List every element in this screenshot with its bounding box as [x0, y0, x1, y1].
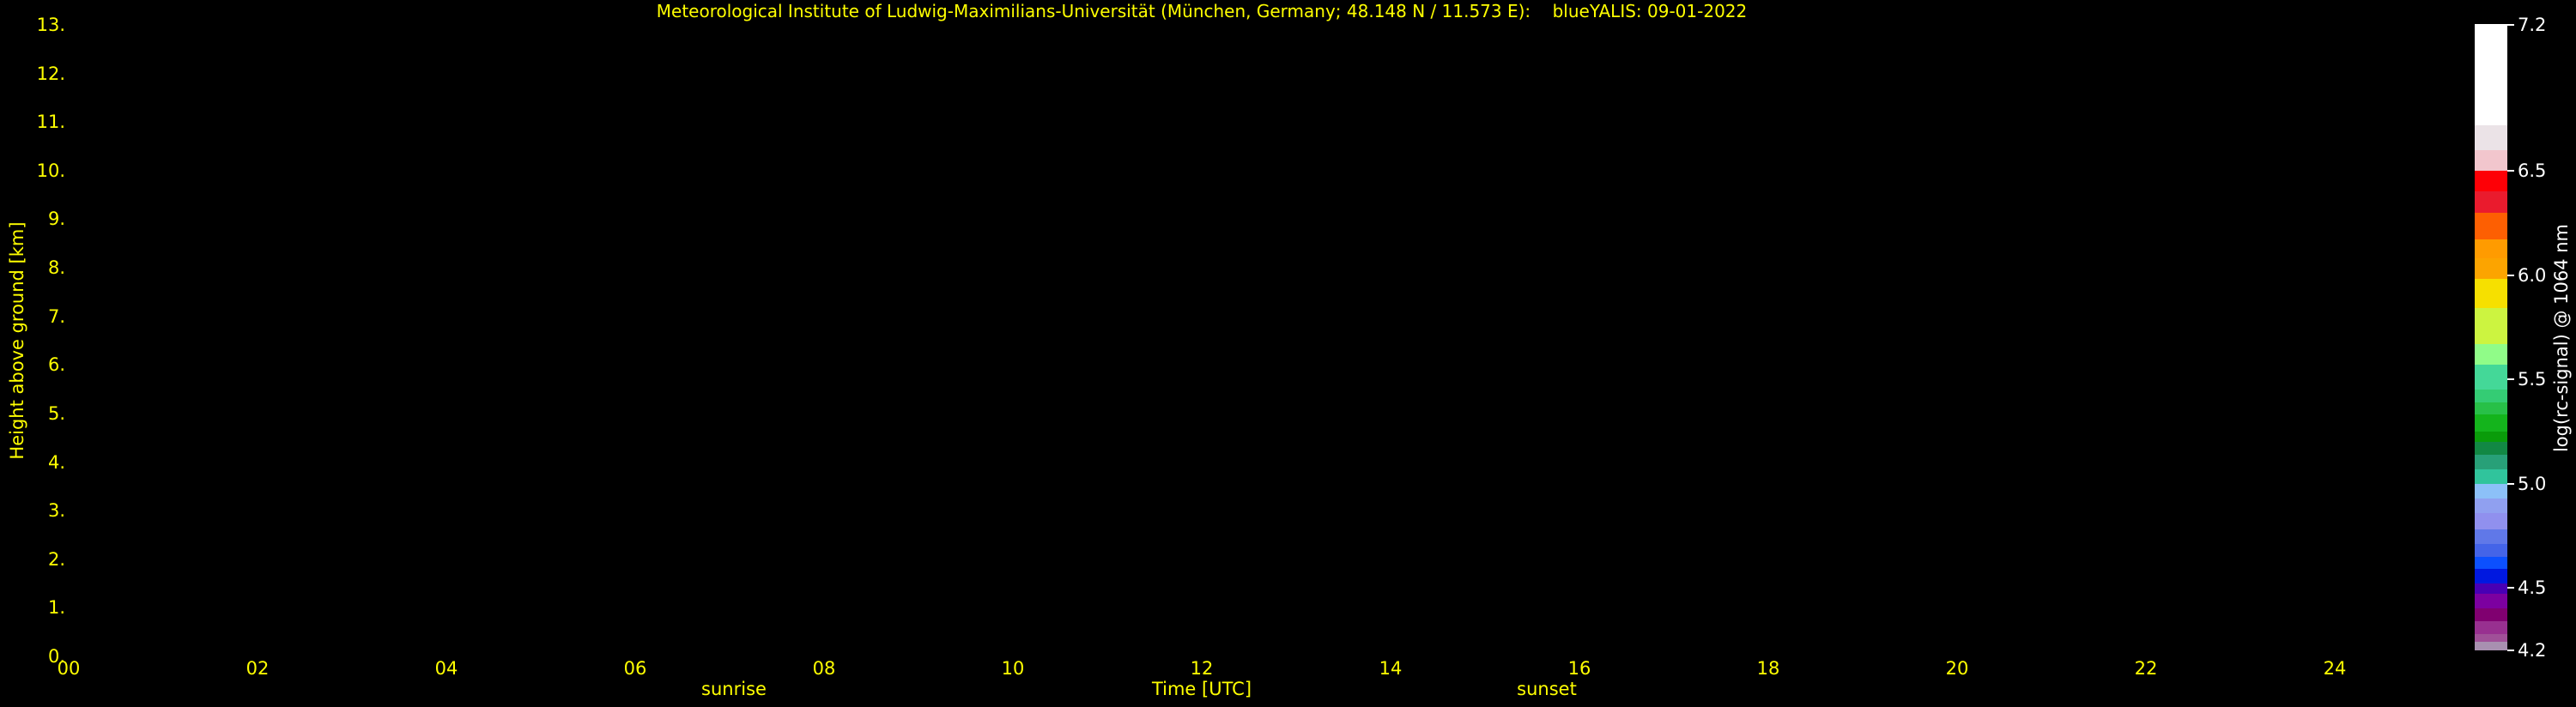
- colorbar-segment: [2475, 414, 2507, 432]
- colorbar-segment: [2475, 620, 2507, 633]
- y-tick-label: 3.: [48, 500, 65, 521]
- colorbar-segment: [2475, 171, 2507, 192]
- colorbar-segment: [2475, 191, 2507, 213]
- x-tick-label: 24: [2324, 658, 2347, 679]
- colorbar-segment: [2475, 431, 2507, 442]
- sunrise-label: sunrise: [701, 680, 767, 698]
- colorbar-tick-label: 5.5: [2518, 369, 2546, 390]
- y-tick-label: 2.: [48, 549, 65, 570]
- y-tick-label: 8.: [48, 257, 65, 278]
- lidar-quicklook-window: Meteorological Institute of Ludwig-Maxim…: [0, 0, 2576, 707]
- colorbar-tick-label: 6.5: [2518, 160, 2546, 181]
- x-tick-label: 06: [624, 658, 647, 679]
- colorbar-segment: [2475, 483, 2507, 499]
- colorbar-tick-label: 4.2: [2518, 640, 2546, 661]
- x-tick-label: 10: [1002, 658, 1025, 679]
- colorbar-segment: [2475, 402, 2507, 414]
- colorbar-segment: [2475, 454, 2507, 469]
- lidar-heatmap-canvas: [69, 25, 2335, 656]
- x-tick-label: 18: [1757, 658, 1780, 679]
- colorbar-segment: [2475, 569, 2507, 584]
- colorbar-segment: [2475, 642, 2507, 650]
- y-tick-label: 11.: [37, 112, 65, 132]
- x-tick-label: 04: [435, 658, 458, 679]
- colorbar-segment: [2475, 594, 2507, 609]
- colorbar-segment: [2475, 212, 2507, 239]
- colorbar-segment: [2475, 24, 2507, 124]
- x-axis-label: Time [UTC]: [1152, 680, 1252, 698]
- colorbar-segment: [2475, 468, 2507, 484]
- y-tick-label: 12.: [37, 63, 65, 84]
- y-tick-label: 1.: [48, 597, 65, 618]
- colorbar-tick-label: 4.5: [2518, 577, 2546, 598]
- colorbar-segment: [2475, 498, 2507, 513]
- y-axis-label: Height above ground [km]: [8, 221, 27, 459]
- colorbar-segment: [2475, 583, 2507, 595]
- page-title: Meteorological Institute of Ludwig-Maxim…: [657, 3, 1747, 21]
- colorbar-segment: [2475, 308, 2507, 344]
- colorbar-segment: [2475, 543, 2507, 556]
- y-tick-label: 10.: [37, 160, 65, 181]
- colorbar-tick-mark: [2507, 483, 2514, 485]
- colorbar-tick-mark: [2507, 170, 2514, 172]
- x-tick-label: 22: [2135, 658, 2158, 679]
- y-tick-label: 7.: [48, 306, 65, 327]
- colorbar-tick-mark: [2507, 378, 2514, 380]
- x-tick-label: 14: [1379, 658, 1403, 679]
- colorbar-segment: [2475, 258, 2507, 280]
- colorbar-tick-label: 5.0: [2518, 474, 2546, 494]
- colorbar-segment: [2475, 529, 2507, 544]
- colorbar-tick-mark: [2507, 650, 2514, 651]
- x-tick-label: 12: [1191, 658, 1214, 679]
- y-tick-label: 4.: [48, 452, 65, 473]
- colorbar-tick-mark: [2507, 587, 2514, 589]
- colorbar-segment: [2475, 633, 2507, 642]
- colorbar-segment: [2475, 365, 2507, 390]
- x-tick-label: 16: [1568, 658, 1591, 679]
- y-tick-label: 9.: [48, 208, 65, 229]
- colorbar-segment: [2475, 343, 2507, 365]
- colorbar-segment: [2475, 556, 2507, 569]
- sunset-label: sunset: [1517, 680, 1577, 698]
- colorbar-tick-mark: [2507, 24, 2514, 26]
- colorbar-segment: [2475, 279, 2507, 309]
- x-tick-label: 20: [1946, 658, 1969, 679]
- y-tick-label: 0.: [48, 646, 65, 667]
- colorbar-segment: [2475, 149, 2507, 171]
- y-tick-label: 5.: [48, 403, 65, 424]
- colorbar-tick-label: 7.2: [2518, 15, 2546, 35]
- colorbar-segment: [2475, 512, 2507, 529]
- colorbar-tick-mark: [2507, 275, 2514, 276]
- x-tick-label: 08: [813, 658, 836, 679]
- colorbar: [2475, 25, 2507, 650]
- colorbar-segment: [2475, 608, 2507, 621]
- colorbar-label: log(rc-signal) @ 1064 nm: [2552, 224, 2571, 452]
- colorbar-segment: [2475, 441, 2507, 454]
- colorbar-tick-label: 6.0: [2518, 265, 2546, 286]
- colorbar-segment: [2475, 239, 2507, 258]
- x-tick-label: 02: [246, 658, 270, 679]
- y-tick-label: 13.: [37, 15, 65, 35]
- colorbar-segment: [2475, 124, 2507, 150]
- y-tick-label: 6.: [48, 354, 65, 375]
- colorbar-segment: [2475, 390, 2507, 402]
